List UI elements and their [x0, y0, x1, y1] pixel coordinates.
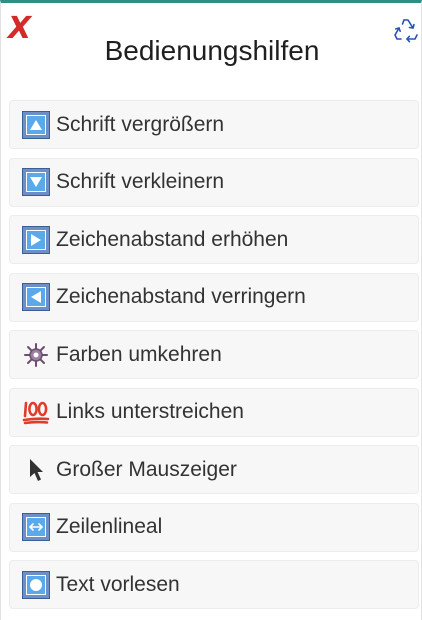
menu-item-increase-spacing[interactable]: Zeichenabstand erhöhen — [9, 215, 419, 264]
menu-item-label: Links unterstreichen — [56, 400, 244, 423]
menu-item-increase-font[interactable]: Schrift vergrößern — [9, 100, 419, 149]
menu-item-label: Text vorlesen — [56, 572, 180, 596]
menu-item-decrease-spacing[interactable]: Zeichenabstand verringern — [9, 272, 419, 322]
menu-item-label: Zeichenabstand verringern — [56, 285, 306, 308]
menu-item-label: Schrift vergrößern — [56, 112, 225, 136]
menu-item-underline-links[interactable]: Links unterstreichen — [9, 387, 419, 437]
left-right-arrow-icon — [22, 513, 50, 541]
menu-item-read-aloud[interactable]: Text vorlesen — [9, 560, 419, 609]
menu-item-label: Schrift verkleinern — [56, 170, 225, 193]
menu-item-label: Zeilenlineal — [56, 515, 163, 538]
menu-item-label: Großer Mauszeiger — [56, 457, 237, 481]
hundred-points-icon — [22, 398, 50, 426]
left-triangle-icon — [22, 283, 50, 311]
menu-item-label: Farben umkehren — [56, 342, 222, 366]
accessibility-menu: Schrift vergrößern Schrift verkleinern Z… — [9, 100, 419, 618]
menu-item-large-cursor[interactable]: Großer Mauszeiger — [9, 445, 419, 494]
menu-item-line-ruler[interactable]: Zeilenlineal — [9, 502, 419, 552]
down-triangle-icon — [22, 168, 50, 196]
right-triangle-icon — [22, 225, 50, 254]
menu-item-decrease-font[interactable]: Schrift verkleinern — [9, 157, 419, 207]
up-triangle-icon — [22, 110, 50, 139]
accessibility-panel: X Bedienungshilfen Schrift vergrößern Sc… — [0, 0, 422, 620]
cursor-icon — [22, 456, 50, 484]
speak-circle-icon — [22, 570, 50, 599]
menu-item-invert-colors[interactable]: Farben umkehren — [9, 330, 419, 379]
page-title: Bedienungshilfen — [104, 35, 320, 66]
invert-colors-icon — [22, 341, 50, 369]
menu-item-label: Zeichenabstand erhöhen — [56, 227, 289, 251]
